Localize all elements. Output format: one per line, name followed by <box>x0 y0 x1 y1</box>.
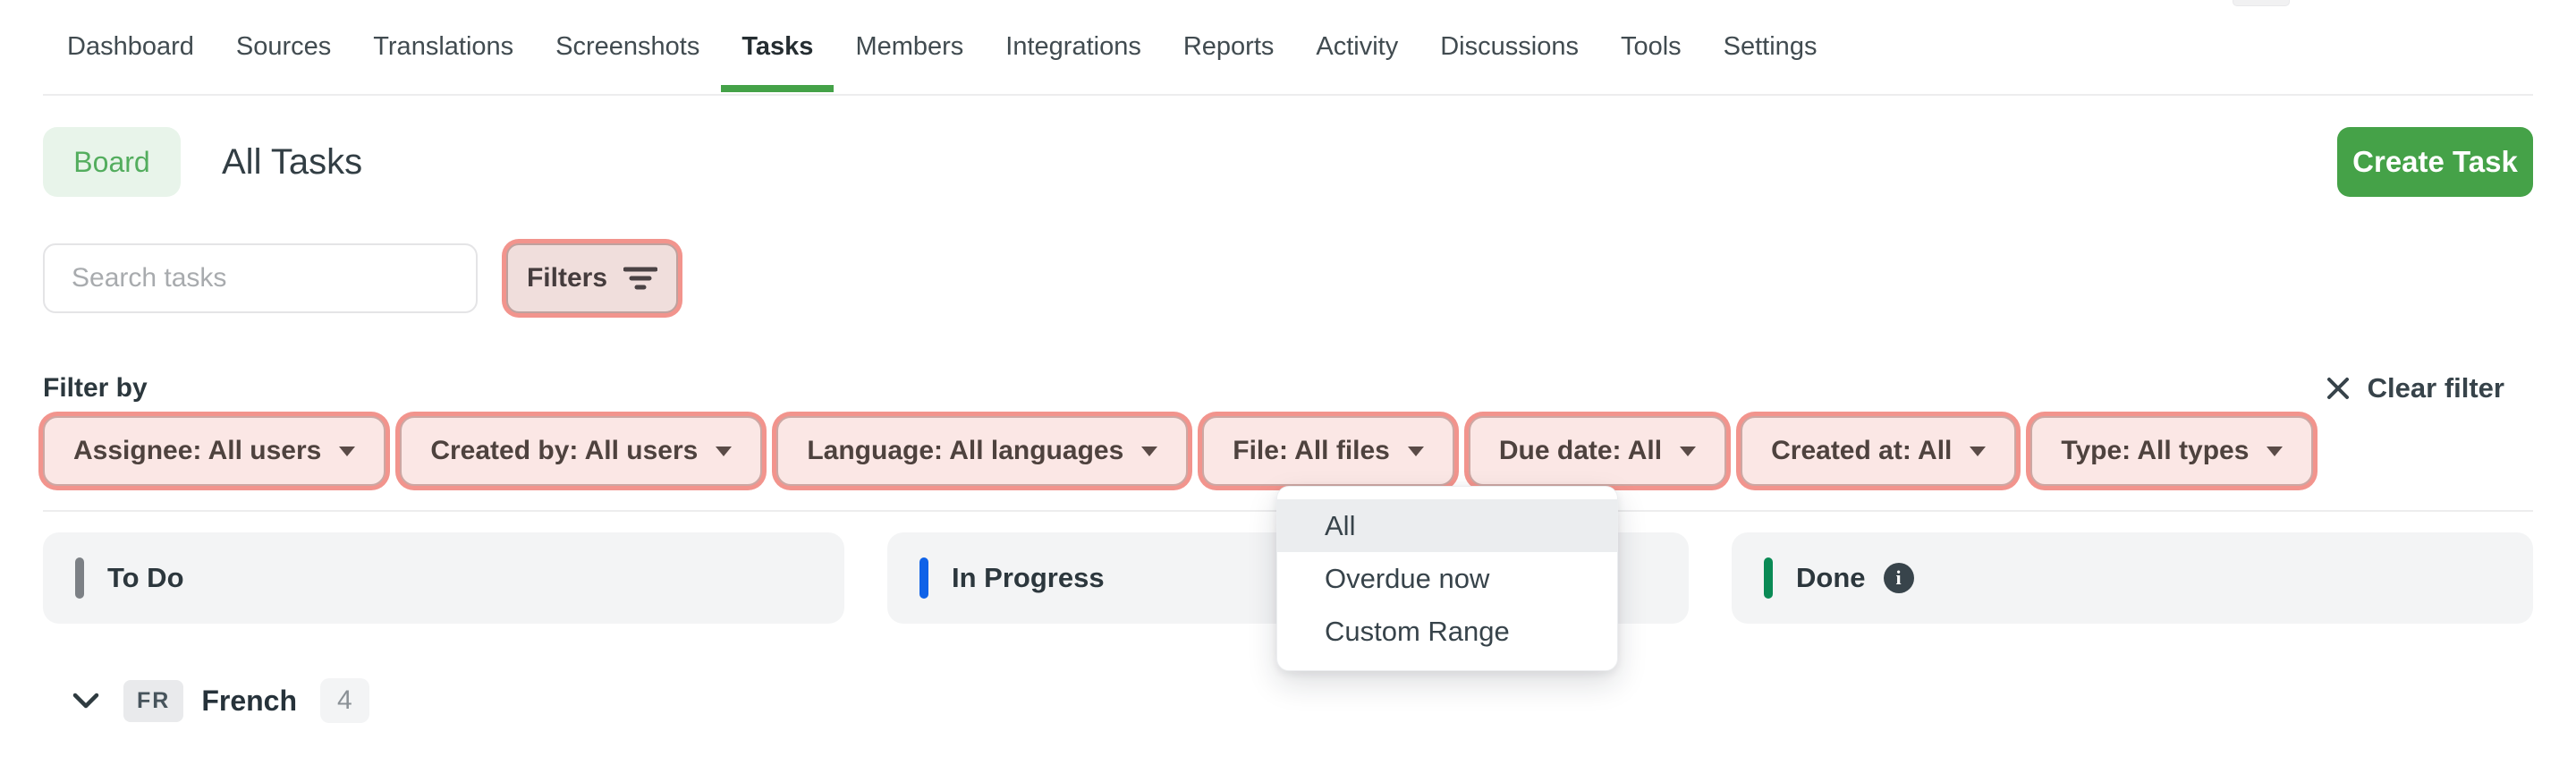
caret-down-icon <box>1407 446 1424 456</box>
filter-chip-created-at[interactable]: Created at: All <box>1741 416 2017 486</box>
nav-item-screenshots[interactable]: Screenshots <box>555 32 699 62</box>
menu-item-custom-range[interactable]: Custom Range <box>1277 605 1617 658</box>
caret-down-icon <box>716 446 733 456</box>
column-done: Done i <box>1732 532 2533 624</box>
filter-chip-label: Due date: All <box>1498 436 1663 465</box>
filter-chips-row: Assignee: All users Created by: All user… <box>43 416 2314 486</box>
filter-chip-label: Created at: All <box>1771 436 1953 465</box>
nav-item-dashboard[interactable]: Dashboard <box>67 32 194 62</box>
due-date-dropdown-menu: All Overdue now Custom Range <box>1276 486 1618 671</box>
create-task-button[interactable]: Create Task <box>2337 127 2533 197</box>
caret-down-icon <box>1141 446 1158 456</box>
filter-chip-label: Created by: All users <box>430 436 699 465</box>
filter-chip-assignee[interactable]: Assignee: All users <box>43 416 386 486</box>
nav-item-sources[interactable]: Sources <box>236 32 331 62</box>
filter-chip-file[interactable]: File: All files <box>1202 416 1454 486</box>
column-label: In Progress <box>952 562 1105 593</box>
caret-down-icon <box>1680 446 1697 456</box>
nav-item-reports[interactable]: Reports <box>1183 32 1275 62</box>
filter-chip-label: Assignee: All users <box>73 436 322 465</box>
nav-item-settings[interactable]: Settings <box>1724 32 1818 62</box>
filter-chip-due-date[interactable]: Due date: All <box>1468 416 1727 486</box>
filter-chip-language[interactable]: Language: All languages <box>776 416 1189 486</box>
close-icon <box>2326 378 2349 399</box>
filter-chip-created-by[interactable]: Created by: All users <box>400 416 763 486</box>
status-bar-done <box>1764 557 1773 599</box>
column-label: Done <box>1796 562 1866 593</box>
chevron-down-icon <box>72 693 99 709</box>
search-row: Filters <box>43 243 678 313</box>
status-bar-in-progress <box>919 557 928 599</box>
tasks-page: Dashboard Sources Translations Screensho… <box>0 0 2576 757</box>
column-todo: To Do <box>43 532 844 624</box>
filter-chip-type[interactable]: Type: All types <box>2030 416 2314 486</box>
column-label: To Do <box>107 562 184 593</box>
filter-chip-label: Language: All languages <box>807 436 1124 465</box>
menu-item-overdue-now[interactable]: Overdue now <box>1277 552 1617 605</box>
status-bar-todo <box>75 557 84 599</box>
language-code-badge: FR <box>123 679 184 722</box>
project-nav: Dashboard Sources Translations Screensho… <box>43 0 2533 96</box>
info-icon[interactable]: i <box>1883 563 1914 593</box>
filters-button-label: Filters <box>526 263 608 293</box>
caret-down-icon <box>2267 446 2284 456</box>
board-view-toggle[interactable]: Board <box>43 127 181 197</box>
clear-filter-button[interactable]: Clear filter <box>2325 372 2533 404</box>
page-title: All Tasks <box>222 141 363 182</box>
nav-item-translations[interactable]: Translations <box>373 32 513 62</box>
nav-item-integrations[interactable]: Integrations <box>1005 32 1141 62</box>
caret-down-icon <box>1970 446 1987 456</box>
filters-button[interactable]: Filters <box>506 243 678 313</box>
search-input[interactable] <box>43 243 478 313</box>
nav-item-members[interactable]: Members <box>855 32 963 62</box>
caret-down-icon <box>339 446 356 456</box>
filter-lines-icon <box>623 267 658 290</box>
filter-by-label: Filter by <box>43 373 148 403</box>
nav-item-discussions[interactable]: Discussions <box>1440 32 1579 62</box>
filter-label-row: Filter by Clear filter <box>43 369 2533 408</box>
task-count-badge: 4 <box>320 678 369 723</box>
language-group-row[interactable]: FR French 4 <box>72 676 369 726</box>
page-header: Board All Tasks Create Task <box>43 127 2533 197</box>
filter-chip-label: Type: All types <box>2061 436 2250 465</box>
nav-item-tasks[interactable]: Tasks <box>721 32 835 92</box>
clear-filter-label: Clear filter <box>2367 372 2504 404</box>
nav-item-activity[interactable]: Activity <box>1316 32 1398 62</box>
menu-item-all[interactable]: All <box>1277 499 1617 552</box>
nav-item-tools[interactable]: Tools <box>1621 32 1682 62</box>
language-name: French <box>201 684 298 717</box>
filter-chip-label: File: All files <box>1233 436 1390 465</box>
